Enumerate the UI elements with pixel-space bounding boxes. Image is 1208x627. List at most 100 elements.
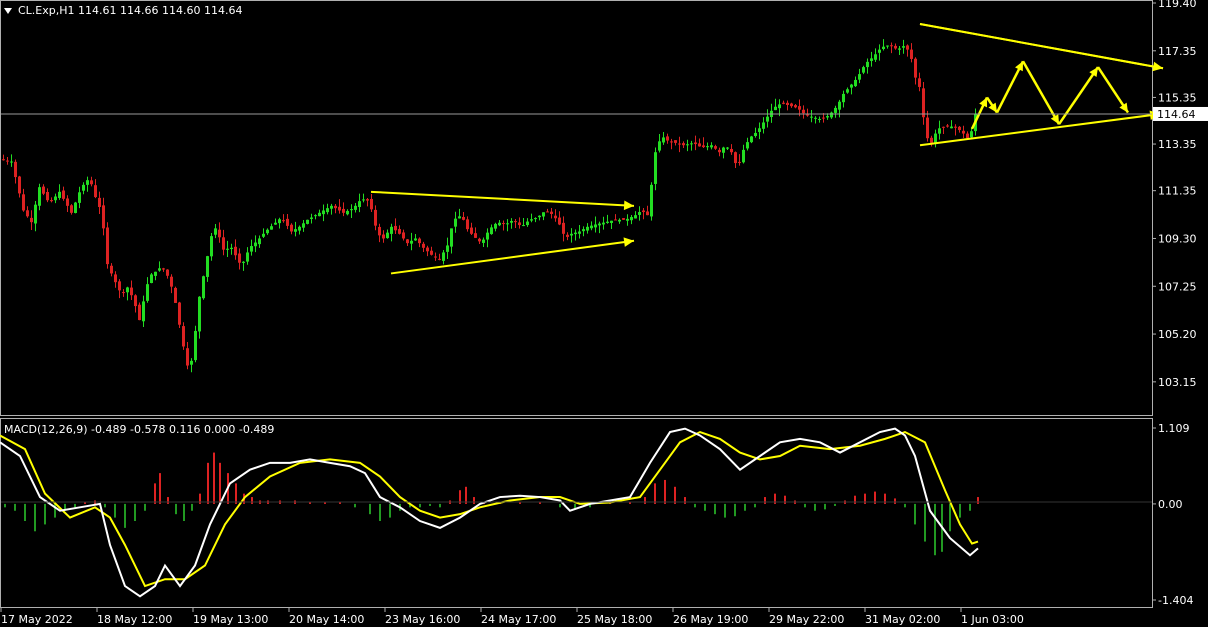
candle-body[interactable] (534, 218, 537, 220)
candle-body[interactable] (922, 88, 925, 118)
candle-body[interactable] (718, 149, 721, 153)
candle-body[interactable] (158, 268, 161, 271)
candle-body[interactable] (42, 186, 45, 194)
candle-body[interactable] (666, 136, 669, 141)
candle-body[interactable] (490, 227, 493, 235)
candle-body[interactable] (14, 161, 17, 178)
candle-body[interactable] (70, 205, 73, 213)
candle-body[interactable] (342, 208, 345, 213)
candle-body[interactable] (818, 118, 821, 120)
candle-body[interactable] (786, 102, 789, 105)
candle-body[interactable] (362, 199, 365, 201)
candle-body[interactable] (910, 49, 913, 59)
candle-body[interactable] (150, 274, 153, 284)
candle-body[interactable] (726, 147, 729, 149)
candle-body[interactable] (166, 269, 169, 276)
candle-body[interactable] (86, 180, 89, 185)
candle-body[interactable] (222, 237, 225, 250)
candle-body[interactable] (218, 229, 221, 238)
candle-body[interactable] (350, 209, 353, 211)
candle-body[interactable] (386, 232, 389, 239)
candle-body[interactable] (558, 217, 561, 225)
candle-body[interactable] (202, 276, 205, 299)
candle-body[interactable] (790, 103, 793, 107)
candle-body[interactable] (798, 106, 801, 110)
candle-body[interactable] (250, 246, 253, 252)
candle-body[interactable] (254, 242, 257, 247)
candle-body[interactable] (806, 114, 809, 116)
candle-body[interactable] (538, 215, 541, 218)
candle-body[interactable] (826, 116, 829, 118)
candle-body[interactable] (886, 45, 889, 47)
candle-body[interactable] (646, 211, 649, 216)
candle-body[interactable] (754, 132, 757, 136)
candle-body[interactable] (682, 143, 685, 146)
candle-body[interactable] (562, 222, 565, 234)
candle-body[interactable] (310, 217, 313, 219)
candle-body[interactable] (662, 137, 665, 143)
candle-body[interactable] (918, 78, 921, 87)
candle-body[interactable] (942, 126, 945, 128)
candle-body[interactable] (302, 223, 305, 228)
candle-body[interactable] (102, 205, 105, 229)
candle-body[interactable] (658, 141, 661, 151)
candle-body[interactable] (114, 274, 117, 283)
candle-body[interactable] (238, 253, 241, 263)
candle-body[interactable] (738, 161, 741, 163)
candle-body[interactable] (750, 136, 753, 143)
candle-body[interactable] (442, 252, 445, 261)
candle-body[interactable] (402, 232, 405, 239)
candle-body[interactable] (714, 146, 717, 149)
candle-body[interactable] (370, 198, 373, 210)
candle-body[interactable] (678, 143, 681, 145)
chevron-down-icon[interactable] (4, 8, 12, 14)
candle-body[interactable] (906, 45, 909, 50)
candle-body[interactable] (66, 198, 69, 206)
candle-body[interactable] (950, 126, 953, 129)
candle-body[interactable] (54, 196, 57, 201)
candle-body[interactable] (274, 222, 277, 225)
candle-body[interactable] (958, 126, 961, 131)
candle-body[interactable] (670, 141, 673, 143)
candle-body[interactable] (502, 223, 505, 225)
candle-body[interactable] (58, 191, 61, 198)
candle-body[interactable] (746, 142, 749, 149)
candle-body[interactable] (398, 229, 401, 234)
candle-body[interactable] (6, 160, 9, 162)
candle-body[interactable] (698, 143, 701, 147)
candle-body[interactable] (378, 226, 381, 236)
candle-body[interactable] (422, 243, 425, 248)
candle-body[interactable] (50, 200, 53, 202)
candle-body[interactable] (930, 137, 933, 143)
candle-body[interactable] (846, 89, 849, 93)
candle-body[interactable] (686, 144, 689, 146)
candle-body[interactable] (478, 238, 481, 242)
candle-body[interactable] (210, 236, 213, 257)
candle-body[interactable] (858, 74, 861, 80)
candle-body[interactable] (822, 117, 825, 119)
candle-body[interactable] (554, 215, 557, 219)
candle-body[interactable] (894, 45, 897, 49)
candle-body[interactable] (486, 232, 489, 240)
candle-body[interactable] (582, 229, 585, 232)
candle-body[interactable] (242, 261, 245, 263)
candle-body[interactable] (762, 122, 765, 129)
candle-body[interactable] (526, 221, 529, 226)
candle-body[interactable] (742, 149, 745, 163)
candle-body[interactable] (298, 226, 301, 231)
candle-body[interactable] (106, 227, 109, 265)
candle-body[interactable] (62, 190, 65, 199)
candle-body[interactable] (138, 304, 141, 321)
candle-body[interactable] (266, 229, 269, 234)
candle-body[interactable] (834, 107, 837, 113)
candle-body[interactable] (546, 211, 549, 213)
candle-body[interactable] (410, 240, 413, 244)
candle-body[interactable] (866, 61, 869, 68)
candle-body[interactable] (878, 49, 881, 53)
candle-body[interactable] (130, 287, 133, 296)
candle-body[interactable] (258, 238, 261, 245)
candle-body[interactable] (710, 145, 713, 148)
candle-body[interactable] (458, 216, 461, 219)
candle-body[interactable] (170, 276, 173, 287)
candle-body[interactable] (394, 225, 397, 231)
